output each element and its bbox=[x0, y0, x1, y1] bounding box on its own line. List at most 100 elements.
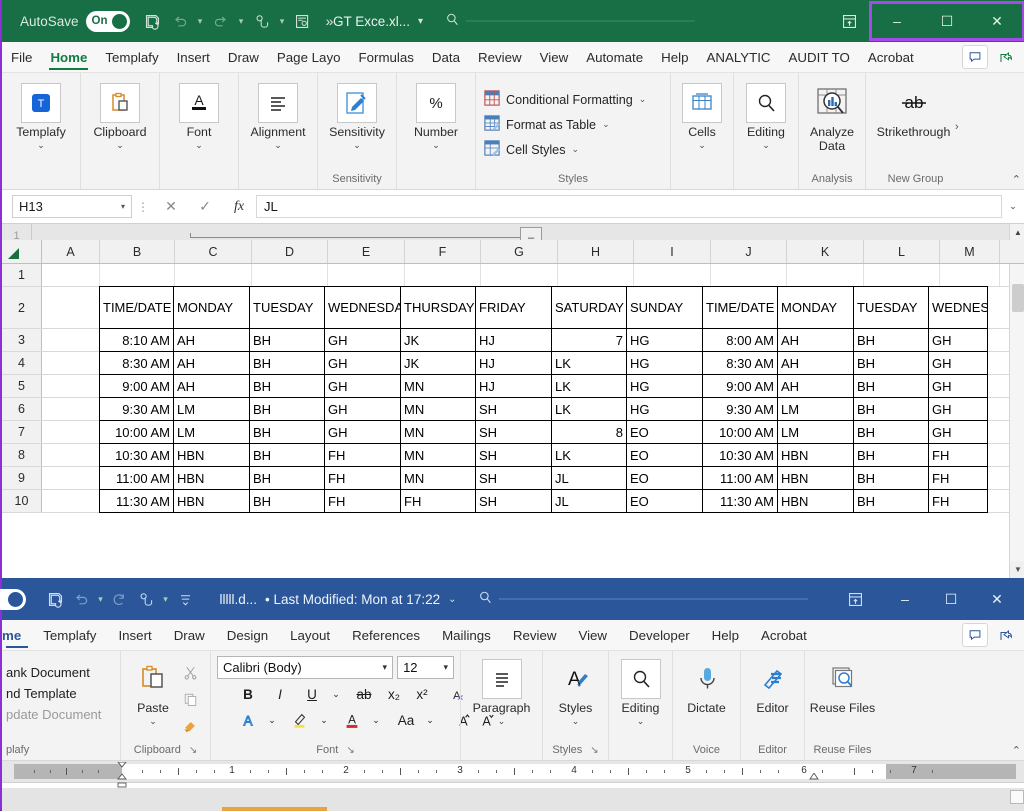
number-button[interactable]: % Number ⌄ bbox=[397, 81, 475, 150]
cell-E7[interactable]: GH bbox=[324, 420, 401, 444]
cell-M9[interactable]: FH bbox=[928, 466, 988, 490]
row-header-5[interactable]: 5 bbox=[2, 375, 42, 397]
cell-H6[interactable]: LK bbox=[551, 397, 627, 421]
cell-J4[interactable]: 8:30 AM bbox=[702, 351, 778, 375]
font-dialog-launcher[interactable]: ↘ bbox=[346, 745, 354, 756]
column-header-L[interactable]: L bbox=[864, 240, 940, 263]
cell-I9[interactable]: EO bbox=[626, 466, 703, 490]
copy-icon[interactable] bbox=[179, 688, 201, 710]
chevron-down-icon[interactable]: ⌄ bbox=[37, 141, 45, 150]
word-autosave-toggle[interactable] bbox=[0, 588, 26, 610]
cell-I4[interactable]: HG bbox=[626, 351, 703, 375]
cell-E1[interactable] bbox=[328, 264, 405, 286]
cell-H9[interactable]: JL bbox=[551, 466, 627, 490]
cell-F9[interactable]: MN bbox=[400, 466, 476, 490]
cell-F3[interactable]: JK bbox=[400, 328, 476, 352]
cell-A4[interactable] bbox=[42, 352, 100, 374]
minimize-button[interactable]: – bbox=[882, 583, 928, 615]
cell-M6[interactable]: GH bbox=[928, 397, 988, 421]
bold-button[interactable]: B bbox=[237, 683, 259, 705]
save-icon[interactable] bbox=[42, 586, 68, 612]
tab-templafy[interactable]: Templafy bbox=[96, 42, 167, 72]
undo-icon[interactable] bbox=[68, 586, 94, 612]
cell-A3[interactable] bbox=[42, 329, 100, 351]
tab-mailings[interactable]: Mailings bbox=[431, 620, 502, 650]
cell-A2[interactable] bbox=[42, 287, 100, 328]
cell-A9[interactable] bbox=[42, 467, 100, 489]
tab-acrobat[interactable]: Acrobat bbox=[750, 620, 818, 650]
touch-mode-caret-icon[interactable]: ▾ bbox=[159, 586, 172, 612]
scroll-up-arrow-icon[interactable]: ▲ bbox=[1010, 224, 1024, 241]
share-icon[interactable] bbox=[992, 45, 1018, 69]
cell-E10[interactable]: FH bbox=[324, 489, 401, 513]
editor-button[interactable]: Editor bbox=[743, 657, 803, 715]
chevron-down-icon[interactable]: ▾ bbox=[383, 662, 388, 673]
cell-G9[interactable]: SH bbox=[475, 466, 552, 490]
right-indent-marker[interactable] bbox=[809, 770, 819, 788]
cell-B5[interactable]: 9:00 AM bbox=[99, 374, 174, 398]
maximize-button[interactable]: ☐ bbox=[928, 583, 974, 615]
cell-H1[interactable] bbox=[558, 264, 634, 286]
cell-H8[interactable]: LK bbox=[551, 443, 627, 467]
cell-B7[interactable]: 10:00 AM bbox=[99, 420, 174, 444]
tab-formulas[interactable]: Formulas bbox=[350, 42, 423, 72]
tab-analytics[interactable]: ANALYTIC bbox=[698, 42, 780, 72]
subscript-button[interactable]: x₂ bbox=[383, 683, 405, 705]
ribbon-display-options-icon[interactable] bbox=[842, 586, 868, 612]
text-effects-icon[interactable]: A bbox=[237, 709, 259, 731]
print-preview-icon[interactable] bbox=[290, 8, 316, 34]
chevron-down-icon[interactable]: ⌄ bbox=[353, 141, 361, 150]
maximize-button[interactable]: ☐ bbox=[922, 5, 972, 37]
cell-K10[interactable]: HBN bbox=[777, 489, 854, 513]
minimize-button[interactable]: – bbox=[872, 5, 922, 37]
chevron-down-icon[interactable]: ⌄ bbox=[698, 141, 706, 150]
cell-J2[interactable]: TIME/DATE bbox=[702, 286, 778, 329]
tab-audit-tools[interactable]: AUDIT TO bbox=[780, 42, 859, 72]
tab-view[interactable]: View bbox=[567, 620, 618, 650]
clipboard-button[interactable]: Clipboard ⌄ bbox=[81, 81, 159, 150]
tab-insert[interactable]: Insert bbox=[107, 620, 162, 650]
underline-button[interactable]: U bbox=[301, 683, 323, 705]
cell-L5[interactable]: BH bbox=[853, 374, 929, 398]
chevron-down-icon[interactable]: ▾ bbox=[418, 16, 423, 27]
cell-J5[interactable]: 9:00 AM bbox=[702, 374, 778, 398]
column-header-J[interactable]: J bbox=[711, 240, 787, 263]
column-header-B[interactable]: B bbox=[100, 240, 175, 263]
cell-B10[interactable]: 11:30 AM bbox=[99, 489, 174, 513]
cell-J9[interactable]: 11:00 AM bbox=[702, 466, 778, 490]
collapse-ribbon-icon[interactable]: ⌃ bbox=[1012, 744, 1021, 757]
cell-M4[interactable]: GH bbox=[928, 351, 988, 375]
cell-L1[interactable] bbox=[864, 264, 940, 286]
paste-button[interactable]: Paste ⌄ bbox=[127, 657, 179, 726]
cell-J6[interactable]: 9:30 AM bbox=[702, 397, 778, 421]
cell-M3[interactable]: GH bbox=[928, 328, 988, 352]
cell-B3[interactable]: 8:10 AM bbox=[99, 328, 174, 352]
cell-L2[interactable]: TUESDAY bbox=[853, 286, 929, 329]
cell-L4[interactable]: BH bbox=[853, 351, 929, 375]
cell-G2[interactable]: FRIDAY bbox=[475, 286, 552, 329]
cell-G3[interactable]: HJ bbox=[475, 328, 552, 352]
blank-document-button[interactable]: ank Document bbox=[6, 665, 101, 680]
cell-D10[interactable]: BH bbox=[249, 489, 325, 513]
chevron-down-icon[interactable]: ⌄ bbox=[195, 141, 203, 150]
scrollbar-thumb[interactable] bbox=[1012, 284, 1024, 312]
confirm-icon[interactable]: ✓ bbox=[188, 195, 222, 218]
cell-C7[interactable]: LM bbox=[173, 420, 250, 444]
cell-styles-button[interactable]: Cell Styles ⌄ bbox=[484, 140, 646, 159]
row-header-9[interactable]: 9 bbox=[2, 467, 42, 489]
styles-dialog-launcher[interactable]: ↘ bbox=[590, 745, 598, 756]
tab-insert[interactable]: Insert bbox=[168, 42, 219, 72]
cell-F5[interactable]: MN bbox=[400, 374, 476, 398]
share-icon[interactable] bbox=[992, 623, 1018, 647]
editing-button[interactable]: Editing ⌄ bbox=[611, 657, 671, 726]
cell-B4[interactable]: 8:30 AM bbox=[99, 351, 174, 375]
cell-M5[interactable]: GH bbox=[928, 374, 988, 398]
cell-H5[interactable]: LK bbox=[551, 374, 627, 398]
word-document-page[interactable] bbox=[2, 788, 1024, 811]
tab-home[interactable]: Home bbox=[41, 42, 96, 72]
font-size-input[interactable]: 12 ▾ bbox=[397, 656, 454, 679]
cell-J8[interactable]: 10:30 AM bbox=[702, 443, 778, 467]
change-case-button[interactable]: Aa bbox=[395, 709, 417, 731]
cell-M2[interactable]: WEDNESDAY bbox=[928, 286, 988, 329]
close-button[interactable]: ✕ bbox=[972, 5, 1022, 37]
